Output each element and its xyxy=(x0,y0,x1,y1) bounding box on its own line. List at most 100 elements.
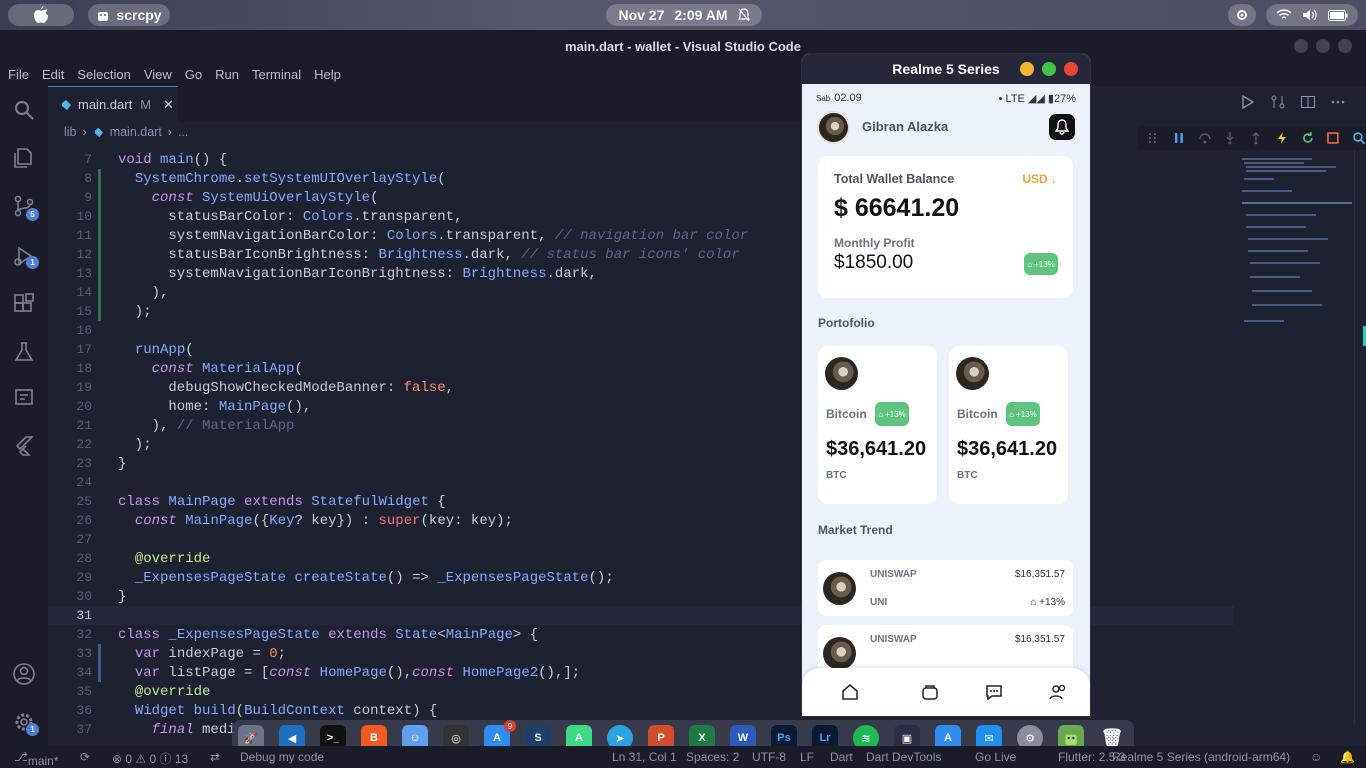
minimize-button[interactable] xyxy=(1294,39,1308,53)
chat-icon[interactable] xyxy=(984,682,1004,702)
menu-run[interactable]: Run xyxy=(215,67,239,82)
tab-main-dart[interactable]: main.dart M ✕ xyxy=(48,86,178,122)
bell-small-icon: ⌂ xyxy=(1027,259,1033,269)
menu-terminal[interactable]: Terminal xyxy=(252,67,301,82)
coin-name: Bitcoin xyxy=(826,407,867,421)
debug-status[interactable]: Debug my code xyxy=(240,750,324,764)
stop-icon[interactable] xyxy=(1326,131,1340,145)
balance-label: Total Wallet Balance xyxy=(834,172,955,186)
testing-icon[interactable] xyxy=(12,340,36,364)
cursor-position[interactable]: Ln 31, Col 1 xyxy=(612,750,677,764)
phone-screen[interactable]: Sab 02.09 • LTE ◢◢ ▮27% Gibran Alazka To… xyxy=(802,84,1090,716)
phone-status-bar: Sab 02.09 • LTE ◢◢ ▮27% xyxy=(816,92,1076,105)
profit-label: Monthly Profit xyxy=(834,236,915,250)
phone-minimize-button[interactable] xyxy=(1020,62,1034,76)
breadcrumb-file[interactable]: main.dart xyxy=(110,125,162,139)
search-icon[interactable] xyxy=(12,98,36,122)
more-actions-icon[interactable] xyxy=(1330,94,1346,110)
app-name-menu[interactable]: scrcpy xyxy=(88,4,170,26)
extensions-icon[interactable] xyxy=(12,292,36,316)
accounts-icon[interactable] xyxy=(12,662,36,686)
close-window-button[interactable] xyxy=(1338,39,1352,53)
explorer-icon[interactable] xyxy=(12,146,36,170)
coin-avatar xyxy=(956,357,989,390)
market-coin-name: UNISWAP xyxy=(870,569,917,580)
phone-close-button[interactable] xyxy=(1064,62,1078,76)
coin-symbol: BTC xyxy=(957,470,978,481)
notifications-bell-icon[interactable]: 🔔 xyxy=(1340,750,1355,764)
menu-help[interactable]: Help xyxy=(314,67,341,82)
home-icon[interactable] xyxy=(840,682,860,702)
wifi-icon xyxy=(1276,9,1292,19)
drag-handle-icon[interactable] xyxy=(1146,131,1160,145)
clock[interactable]: Nov 27 2:09 AM xyxy=(606,4,762,26)
users-icon[interactable] xyxy=(1048,682,1068,702)
pause-icon[interactable] xyxy=(1172,131,1186,145)
control-center-button[interactable] xyxy=(1228,4,1256,26)
tab-bar: main.dart M ✕ xyxy=(48,86,802,122)
open-changes-icon[interactable] xyxy=(1270,94,1286,110)
feedback-icon[interactable]: ☺ xyxy=(1310,750,1322,764)
indentation[interactable]: Spaces: 2 xyxy=(686,750,739,764)
remote-explorer-icon[interactable] xyxy=(12,386,36,410)
debug-badge: 1 xyxy=(26,256,39,269)
status-tray[interactable] xyxy=(1266,4,1358,26)
menu-edit[interactable]: Edit xyxy=(42,67,64,82)
device-selector[interactable]: Realme 5 Series (android-arm64) xyxy=(1112,750,1290,764)
portfolio-card[interactable]: Bitcoin ⌂ +13% $36,641.20 BTC xyxy=(949,346,1068,504)
portfolio-card[interactable]: Bitcoin ⌂ +13% $36,641.20 BTC xyxy=(818,346,937,504)
phone-maximize-button[interactable] xyxy=(1042,62,1056,76)
split-editor-icon[interactable] xyxy=(1300,94,1316,110)
debug-icon[interactable]: ⇄ xyxy=(210,750,220,764)
line-ending[interactable]: LF xyxy=(800,750,814,764)
editor-scrollbar[interactable] xyxy=(1354,150,1366,725)
market-trend-title: Market Trend xyxy=(818,523,893,537)
breadcrumb-folder[interactable]: lib xyxy=(64,125,77,139)
coin-price: $36,641.20 xyxy=(957,438,1058,460)
notification-button[interactable] xyxy=(1049,114,1075,140)
run-icon[interactable] xyxy=(1240,94,1256,110)
avatar[interactable] xyxy=(817,111,850,144)
apple-menu-button[interactable] xyxy=(8,4,74,26)
step-into-icon[interactable] xyxy=(1223,131,1237,145)
sync-icon[interactable]: ⟳ xyxy=(80,750,90,764)
dart-devtools[interactable]: Dart DevTools xyxy=(866,750,941,764)
restart-icon[interactable] xyxy=(1301,131,1315,145)
bottom-navigation xyxy=(802,668,1090,716)
source-control-badge: 5 xyxy=(26,208,39,221)
market-coin-change: ⌂ +13% xyxy=(1030,597,1065,608)
go-live[interactable]: Go Live xyxy=(975,750,1016,764)
tab-close-icon[interactable]: ✕ xyxy=(163,97,174,113)
hot-reload-icon[interactable] xyxy=(1275,131,1289,145)
currency-selector[interactable]: USD ↓ xyxy=(1022,172,1057,186)
branch-status[interactable]: ⎇ main* xyxy=(14,750,59,768)
chevron-right-icon: › xyxy=(82,125,87,139)
devtools-search-icon[interactable] xyxy=(1352,131,1366,145)
profit-change-badge: ⌂ +13% xyxy=(1024,253,1058,275)
step-out-icon[interactable] xyxy=(1249,131,1263,145)
coin-avatar xyxy=(823,572,856,605)
arrow-down-icon: ↓ xyxy=(1051,172,1057,186)
coin-change-badge: ⌂ +13% xyxy=(875,402,909,426)
step-over-icon[interactable] xyxy=(1198,131,1212,145)
language-mode[interactable]: Dart xyxy=(830,750,853,764)
market-coin-name: UNISWAP xyxy=(870,634,917,645)
flutter-icon[interactable] xyxy=(12,434,36,458)
minimap[interactable] xyxy=(1234,150,1352,330)
phone-status-right: • LTE ◢◢ ▮27% xyxy=(998,93,1076,105)
window-title: main.dart - wallet - Visual Studio Code xyxy=(0,30,1366,62)
date: Nov 27 xyxy=(618,7,665,23)
menu-file[interactable]: File xyxy=(8,67,29,82)
problems-status[interactable]: ⊗ 0 ⚠ 0 ⓘ 13 xyxy=(112,750,188,767)
activity-bar: 5 1 1 xyxy=(0,86,48,746)
menu-view[interactable]: View xyxy=(144,67,172,82)
menu-bar: File Edit Selection View Go Run Terminal… xyxy=(0,62,1366,86)
breadcrumb-more[interactable]: ... xyxy=(178,125,188,139)
coin-name: Bitcoin xyxy=(957,407,998,421)
menu-selection[interactable]: Selection xyxy=(77,67,130,82)
menu-go[interactable]: Go xyxy=(185,67,202,82)
encoding[interactable]: UTF-8 xyxy=(752,750,786,764)
wallet-icon[interactable] xyxy=(920,682,940,702)
market-list-item[interactable]: UNISWAP UNI $16,351.57 ⌂ +13% xyxy=(818,560,1073,616)
maximize-button[interactable] xyxy=(1316,39,1330,53)
